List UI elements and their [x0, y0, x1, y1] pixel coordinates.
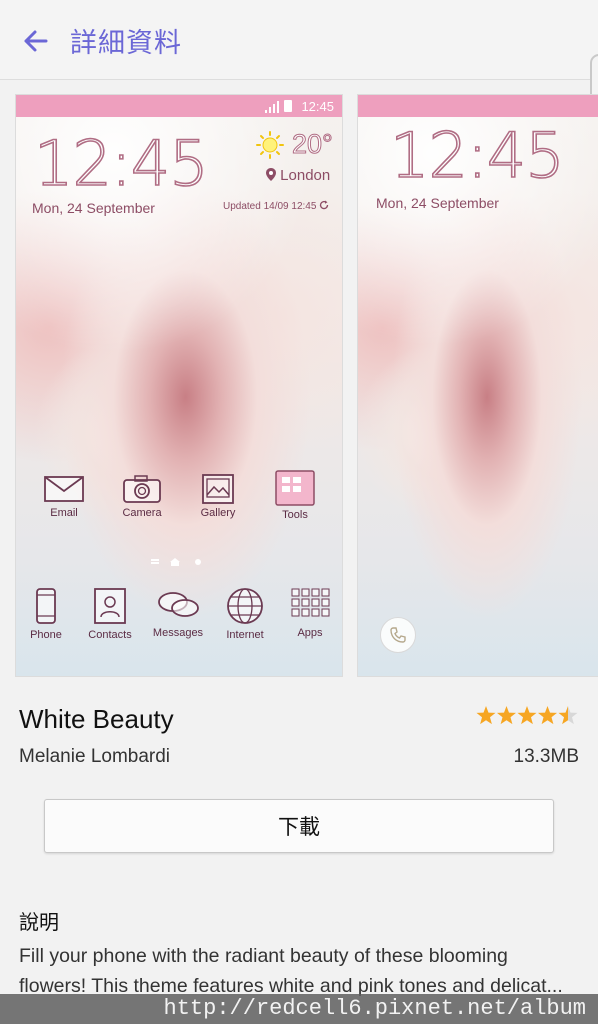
star-icon: [537, 706, 558, 725]
battery-icon: [284, 100, 292, 112]
status-bar: [358, 95, 598, 117]
app-phone[interactable]: Phone: [16, 587, 76, 641]
status-time: 12:45: [301, 99, 334, 114]
description-text[interactable]: Fill your phone with the radiant beauty …: [19, 941, 577, 1001]
preview-carousel[interactable]: 12:45 12:45 Mon, 24 September 20° London…: [0, 94, 598, 678]
page-title: 詳細資料: [70, 28, 182, 59]
star-rating: [476, 706, 578, 725]
preview-lock-screen[interactable]: 12:45 Mon, 24 September: [357, 94, 598, 677]
page-indicator: [151, 558, 201, 566]
phone-icon: [36, 588, 56, 624]
app-email[interactable]: Email: [34, 473, 94, 519]
app-label: Apps: [297, 627, 323, 639]
app-label: Internet: [226, 629, 264, 641]
preview-home-screen[interactable]: 12:45 12:45 Mon, 24 September 20° London…: [15, 94, 343, 677]
location-pin-icon: [266, 168, 276, 181]
download-button[interactable]: 下載: [44, 799, 554, 853]
theme-size: 13.3MB: [513, 746, 579, 767]
star-icon: [558, 706, 578, 725]
apps-grid-icon: [291, 588, 330, 617]
theme-title: White Beauty: [19, 704, 174, 734]
camera-icon: [123, 475, 161, 503]
star-icon: [476, 706, 496, 725]
contacts-icon: [94, 588, 126, 624]
star-icon: [517, 706, 537, 725]
weather-updated: Updated 14/09 12:45: [223, 200, 329, 212]
call-shortcut[interactable]: [380, 617, 416, 653]
app-label: Camera: [122, 507, 162, 519]
app-messages[interactable]: Messages: [148, 587, 208, 639]
app-contacts[interactable]: Contacts: [80, 587, 140, 641]
app-camera[interactable]: Camera: [112, 473, 172, 519]
back-arrow-icon: [24, 30, 48, 52]
app-internet[interactable]: Internet: [215, 587, 275, 641]
watermark: http://redcell6.pixnet.net/album: [0, 994, 598, 1024]
date-label: Mon, 24 September: [376, 195, 499, 211]
messages-icon: [158, 592, 199, 617]
app-label: Messages: [152, 627, 204, 639]
refresh-icon: [320, 200, 329, 210]
app-tools[interactable]: Tools: [265, 469, 325, 521]
app-label: Contacts: [88, 629, 132, 641]
app-apps[interactable]: Apps: [280, 587, 340, 639]
app-gallery[interactable]: Gallery: [188, 473, 248, 519]
clock-widget: 12:45: [33, 126, 209, 201]
tools-icon: [275, 470, 315, 506]
date-label: Mon, 24 September: [32, 200, 155, 216]
city-name: London: [280, 167, 331, 184]
temperature: 20°: [292, 129, 334, 160]
envelope-icon: [44, 476, 84, 502]
theme-author: Melanie Lombardi: [19, 746, 171, 767]
globe-icon: [227, 588, 263, 624]
description-heading: 說明: [19, 910, 59, 934]
back-button[interactable]: [14, 20, 56, 62]
app-label: Email: [50, 507, 78, 519]
updated-label: Updated 14/09 12:45: [223, 201, 317, 212]
app-label: Tools: [282, 509, 308, 521]
star-icon: [496, 706, 517, 725]
clock-widget: 12:45: [389, 118, 565, 193]
status-bar: 12:45: [16, 95, 342, 117]
sun-icon: [256, 131, 284, 159]
app-bar: 詳細資料: [0, 0, 598, 186]
signal-icon: [265, 101, 279, 113]
phone-icon: [390, 627, 406, 643]
app-label: Gallery: [200, 507, 236, 519]
weather-location: London: [266, 167, 330, 184]
gallery-icon: [202, 474, 234, 504]
app-label: Phone: [30, 629, 62, 641]
